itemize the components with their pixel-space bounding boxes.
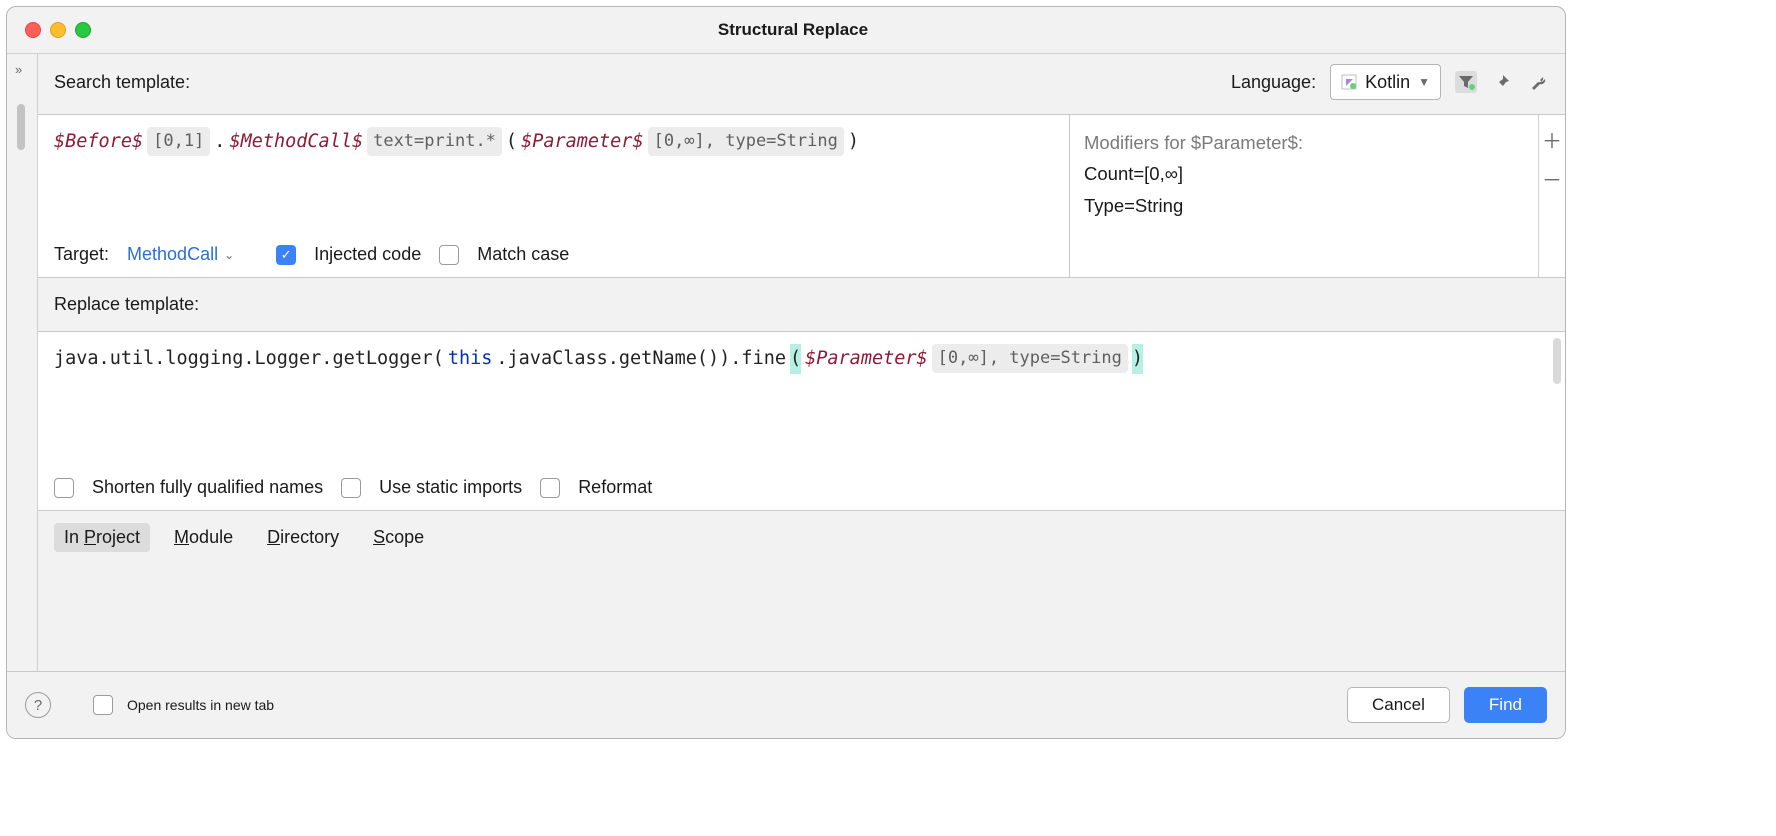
static-imports-checkbox[interactable]	[341, 478, 361, 498]
modifiers-count: Count=[0,∞]	[1084, 158, 1524, 189]
help-button[interactable]: ?	[25, 692, 51, 718]
scope-row: In Project Module Directory Scope	[38, 510, 1565, 564]
remove-modifier-button[interactable]: －	[1542, 164, 1562, 193]
match-case-checkbox[interactable]	[439, 245, 459, 265]
modifiers-side-buttons: ＋ －	[1538, 115, 1565, 277]
window-title: Structural Replace	[91, 20, 1495, 40]
var-methodcall: $MethodCall$	[229, 127, 363, 157]
pin-icon[interactable]	[1491, 71, 1513, 93]
param-hint: [0,∞], type=String	[648, 127, 844, 156]
language-label: Language:	[1231, 72, 1316, 93]
language-dropdown[interactable]: Kotlin ▼	[1330, 64, 1441, 100]
zoom-window-button[interactable]	[75, 22, 91, 38]
scope-module[interactable]: Module	[164, 523, 243, 552]
var-before: $Before$	[54, 127, 143, 157]
structural-replace-dialog: Structural Replace » Search template: La…	[6, 6, 1566, 739]
static-imports-label: Use static imports	[379, 477, 522, 498]
modifiers-title: Modifiers for $Parameter$:	[1084, 127, 1524, 158]
open-paren: (	[506, 127, 517, 157]
method-hint: text=print.*	[367, 127, 502, 156]
chevron-down-icon: ⌄	[224, 248, 234, 262]
cancel-button[interactable]: Cancel	[1347, 687, 1450, 723]
before-hint: [0,1]	[147, 127, 210, 156]
modifiers-panel: Modifiers for $Parameter$: Count=[0,∞] T…	[1069, 115, 1538, 277]
language-value: Kotlin	[1365, 72, 1410, 93]
scope-scope[interactable]: Scope	[363, 523, 434, 552]
dot: .	[214, 127, 225, 157]
add-modifier-button[interactable]: ＋	[1542, 125, 1562, 154]
scope-in-project[interactable]: In Project	[54, 523, 150, 552]
modifiers-type: Type=String	[1084, 190, 1524, 221]
reformat-checkbox[interactable]	[540, 478, 560, 498]
titlebar: Structural Replace	[7, 7, 1565, 54]
close-paren: )	[848, 127, 859, 157]
dialog-footer: ? Open results in new tab Cancel Find	[7, 671, 1565, 738]
filter-icon[interactable]	[1455, 71, 1477, 93]
replace-template-editor[interactable]: java.util.logging.Logger.getLogger( this…	[38, 332, 1565, 510]
var-parameter: $Parameter$	[521, 127, 644, 157]
replace-options-row: Shorten fully qualified names Use static…	[54, 463, 1549, 498]
replace-template-header: Replace template:	[38, 278, 1565, 332]
find-button[interactable]: Find	[1464, 687, 1547, 723]
left-gutter: »	[7, 54, 38, 673]
repl-mid: .javaClass.getName()).fine	[496, 344, 786, 374]
repl-open-paren: (	[790, 344, 801, 374]
main-column: Search template: Language: Kotlin ▼	[38, 54, 1565, 673]
target-dropdown[interactable]: MethodCall ⌄	[127, 244, 234, 265]
search-options-row: Target: MethodCall ⌄ ✓ Injected code Mat…	[54, 230, 1053, 265]
target-value: MethodCall	[127, 244, 218, 265]
reformat-label: Reformat	[578, 477, 652, 498]
shorten-names-label: Shorten fully qualified names	[92, 477, 323, 498]
minimize-window-button[interactable]	[50, 22, 66, 38]
kotlin-file-icon	[1341, 74, 1357, 90]
close-window-button[interactable]	[25, 22, 41, 38]
search-template-row: $Before$ [0,1] . $MethodCall$ text=print…	[38, 114, 1565, 278]
target-label: Target:	[54, 244, 109, 265]
wrench-icon[interactable]	[1527, 71, 1549, 93]
scope-directory[interactable]: Directory	[257, 523, 349, 552]
open-new-tab-checkbox[interactable]	[93, 695, 113, 715]
open-new-tab-label: Open results in new tab	[127, 697, 274, 713]
repl-param-hint: [0,∞], type=String	[932, 344, 1128, 373]
dialog-body: » Search template: Language: Kotlin ▼	[7, 54, 1565, 673]
expand-gutter-icon[interactable]: »	[15, 62, 22, 77]
search-template-editor[interactable]: $Before$ [0,1] . $MethodCall$ text=print…	[38, 115, 1069, 277]
shorten-names-checkbox[interactable]	[54, 478, 74, 498]
repl-close-paren: )	[1132, 344, 1143, 374]
repl-this: this	[448, 344, 493, 374]
repl-var-parameter: $Parameter$	[805, 344, 928, 374]
replace-scroll-thumb[interactable]	[1553, 338, 1561, 384]
injected-code-checkbox[interactable]: ✓	[276, 245, 296, 265]
match-case-label: Match case	[477, 244, 569, 265]
search-template-label: Search template:	[54, 72, 190, 93]
replace-template-label: Replace template:	[54, 294, 199, 314]
repl-pre: java.util.logging.Logger.getLogger(	[54, 344, 444, 374]
injected-code-label: Injected code	[314, 244, 421, 265]
chevron-down-icon: ▼	[1418, 75, 1430, 89]
window-controls	[25, 22, 91, 38]
gutter-scroll-thumb[interactable]	[17, 104, 25, 150]
search-template-header: Search template: Language: Kotlin ▼	[38, 54, 1565, 114]
